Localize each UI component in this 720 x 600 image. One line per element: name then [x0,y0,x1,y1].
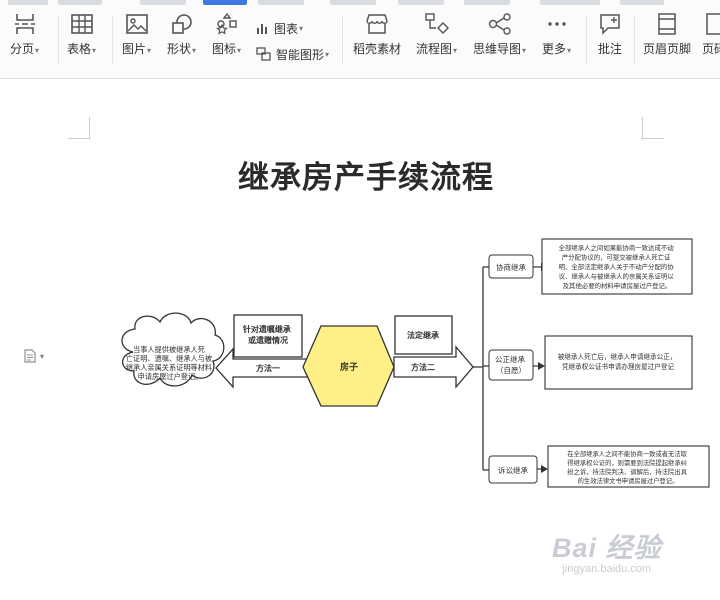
page-number-label: 页码 [702,42,720,56]
daoke-material-button[interactable]: 稻壳素材 [353,12,401,72]
page-number-icon [706,13,720,35]
icon-library-label: 图标 [212,42,237,56]
branch-desc-box[interactable] [544,335,693,390]
cloud-text-line: 申请房屋过户登记。 [138,372,203,381]
cloud-text-line: 当事人提供被继承人死 [133,345,205,354]
desc-line: 得继承权公证的，则需要到法院提起继承纠 [567,458,687,467]
flowchart-label: 流程图 [416,42,453,56]
table-label: 表格 [67,42,92,56]
smart-shape-label: 智能图形 [276,47,325,62]
house-label: 房子 [340,361,358,372]
desc-line: 的生效法律文书申请房屋过户登记。 [578,476,679,485]
image-label: 图片 [122,42,147,56]
left-label-line: 针对遗嘱继承 [243,324,291,334]
desc-line: 全部继承人之间如果能协商一致达成不动 [559,243,675,252]
mindmap-icon [488,13,511,35]
branch-label-line: 公正继承 [495,354,525,364]
inheritance-flowchart[interactable]: 当事人提供被继承人死 亡证明、遗嘱、继承人与被 继承人亲属关系证明等材料 申请房… [0,79,720,600]
more-dots-icon [547,22,566,26]
baidu-jingyan-watermark: Bai 经验 jingyan.baidu.com [552,526,662,575]
shape-icon [171,14,192,34]
chart-button[interactable]: 图表 ▾ [256,18,303,38]
document-page[interactable]: 继承房产手续流程 ▾ 当事人提供被继承人死 亡证明、遗嘱、继承人与被 继承人亲属… [0,79,720,600]
branch-label-text: 协商继承 [496,262,526,272]
mindmap-label: 思维导图 [473,42,522,56]
comment-label: 批注 [598,42,623,56]
desc-line: 及其他必要的材料申请房屋过户登记。 [563,281,672,290]
icon-library-icon [215,12,237,35]
icon-library-button[interactable]: 图标▾ [212,12,241,72]
store-icon [366,14,388,34]
ribbon-tab[interactable] [330,0,376,5]
ribbon-tab[interactable] [540,0,600,5]
more-button[interactable]: 更多▾ [542,12,571,72]
desc-line: 纷之诉，持法院判决、调解后，持法院出具 [567,467,687,476]
desc-line: 议、继承人与被继承人的亲属关系证明以 [559,272,675,281]
cloud-text: 当事人提供被继承人死 亡证明、遗嘱、继承人与被 继承人亲属关系证明等材料 申请房… [126,345,214,381]
desc-line: 被继承人死亡后，继承人申请继承公正， [558,352,677,361]
flowchart-button[interactable]: 流程图▾ [416,12,457,72]
desc-line: 产分配协议的，可提交被继承人死亡证 [562,253,671,262]
chart-icon [257,24,267,34]
image-icon [125,14,148,34]
branch-label-text: 诉讼继承 [498,465,528,475]
chart-label: 图表 [274,21,299,36]
right-method-text: 方法二 [411,362,435,372]
document-canvas[interactable]: 继承房产手续流程 ▾ 当事人提供被继承人死 亡证明、遗嘱、继承人与被 继承人亲属… [0,79,720,600]
daoke-material-label: 稻壳素材 [353,42,402,56]
toolbar-separator [112,16,113,64]
smart-shape-icon [256,47,271,61]
toolbar-separator [634,16,635,64]
ribbon-tab[interactable] [140,0,186,5]
ribbon-toolbar: 分页▾ 表格▾ 图片▾ 形状▾ 图标▾ 图表 ▾ 智能图形 ▾ 稻壳素材 流程图… [0,0,720,79]
cloud-text-line: 继承人亲属关系证明等材料 [126,363,212,372]
smart-shape-button[interactable]: 智能图形 ▾ [256,44,329,64]
desc-line: 凭继承权公证书申请办理房屋过户登记 [562,362,674,371]
right-label-text: 法定继承 [407,330,439,340]
branch-desc-text: 全部继承人之间如果能协商一致达成不动 产分配协议的，可提交被继承人死亡证 明、全… [559,243,676,290]
ribbon-tab-strip [0,0,720,8]
shape-button[interactable]: 形状▾ [167,12,196,72]
ribbon-tab[interactable] [398,0,444,5]
header-footer-label: 页眉页脚 [643,42,692,56]
ribbon-tab[interactable] [620,0,664,5]
page-break-button[interactable]: 分页▾ [10,12,39,72]
page-number-button[interactable]: 页码 [702,12,720,72]
toolbar-separator [586,16,587,64]
header-footer-icon [658,13,676,35]
ribbon-tab[interactable] [258,0,304,5]
cloud-text-line: 亡证明、遗嘱、继承人与被 [126,354,212,363]
shape-label: 形状 [167,42,192,56]
desc-line: 在全部继承人之间不能协商一致或者无法取 [567,449,687,458]
desc-line: 明、全部法定继承人关于不动产分配的协 [559,262,675,271]
image-button[interactable]: 图片▾ [122,12,151,72]
ribbon-tab-insert-active[interactable] [203,0,247,5]
left-label-line: 或遗赠情况 [248,335,288,345]
table-icon [70,14,93,34]
mindmap-button[interactable]: 思维导图▾ [473,12,526,72]
branch-arrowhead [538,362,545,370]
ribbon-tab[interactable] [464,0,510,5]
left-method-text: 方法一 [256,363,280,373]
page-break-icon [14,14,35,34]
flowchart-icon [424,13,449,34]
table-button[interactable]: 表格▾ [67,12,96,72]
header-footer-button[interactable]: 页眉页脚 [643,12,691,72]
branch-label-line: （自愿） [496,365,526,375]
more-label: 更多 [542,42,567,56]
branch-connector [473,266,489,471]
watermark-url: jingyan.baidu.com [562,563,652,575]
ribbon-tab[interactable] [58,0,102,5]
comment-button[interactable]: 批注 [598,12,622,72]
ribbon-tab[interactable] [8,0,48,5]
watermark-logo-text: Bai 经验 [552,533,662,563]
page-break-label: 分页 [10,42,35,56]
toolbar-separator [342,16,343,64]
toolbar-separator [58,16,59,64]
branch-arrowhead [541,465,548,473]
add-comment-icon [600,14,620,35]
